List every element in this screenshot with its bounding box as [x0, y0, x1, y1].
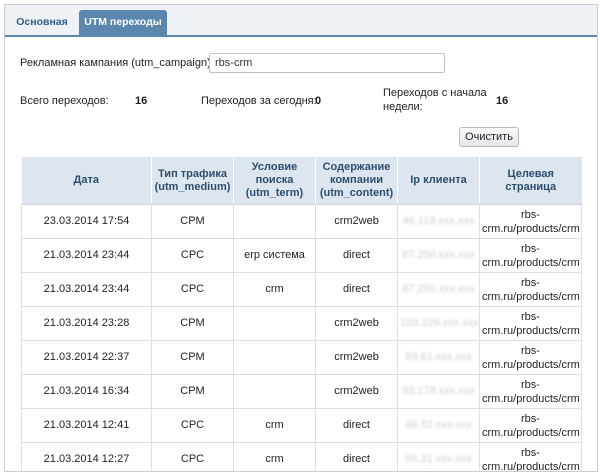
column-header-medium: Тип трафика (utm_medium)	[151, 157, 234, 205]
cell-target-page[interactable]: rbs-crm.ru/products/crm	[479, 340, 582, 375]
tab-utm-transitions[interactable]: UTM переходы	[79, 10, 167, 36]
cell-medium: CPM	[151, 374, 234, 409]
column-header-term: Условие поиска (utm_term)	[233, 157, 316, 205]
target-page-line1: rbs-	[521, 276, 540, 289]
cell-content: crm2web	[315, 340, 398, 375]
cell-content: direct	[315, 442, 398, 471]
table-row: 21.03.2014 22:37 CPM crm2web 93.81.xxx.xxx r…	[21, 340, 582, 375]
table-row: 21.03.2014 23:44 CPC erp система direct 87.2…	[21, 238, 582, 273]
week-transitions-label: Переходов с начала недели:	[383, 86, 487, 114]
cell-medium: CPC	[151, 408, 234, 443]
cell-client-ip: 46.52.xxx.xxx	[397, 408, 480, 443]
cell-term	[233, 374, 316, 409]
cell-date: 21.03.2014 16:34	[21, 374, 152, 409]
target-page-line2: crm.ru/products/crm	[482, 460, 580, 472]
cell-term: erp система	[233, 238, 316, 273]
cell-date: 21.03.2014 22:37	[21, 340, 152, 375]
target-page-line2: crm.ru/products/crm	[482, 222, 580, 235]
target-page-line2: crm.ru/products/crm	[482, 324, 580, 337]
cell-date: 21.03.2014 23:44	[21, 272, 152, 307]
column-header-client-ip: Ip клиента	[397, 157, 480, 205]
cell-client-ip: 95.31.xxx.xxx	[397, 442, 480, 471]
table-row: 21.03.2014 16:34 CPM crm2web 93.178.xxx.xxx…	[21, 374, 582, 409]
table-header-row: Дата Тип трафика (utm_medium) Условие пои…	[21, 157, 582, 205]
total-transitions-label: Всего переходов:	[20, 95, 109, 107]
cell-content: direct	[315, 272, 398, 307]
cell-client-ip: 87.250.xxx.xxx	[397, 238, 480, 273]
target-page-line1: rbs-	[521, 208, 540, 221]
cell-content: crm2web	[315, 374, 398, 409]
cell-medium: CPC	[151, 272, 234, 307]
campaign-input[interactable]	[209, 53, 445, 73]
cell-date: 21.03.2014 12:27	[21, 442, 152, 471]
cell-term: crm	[233, 272, 316, 307]
cell-term	[233, 306, 316, 341]
cell-content: crm2web	[315, 306, 398, 341]
today-transitions-value: 0	[315, 95, 322, 107]
target-page-line1: rbs-	[521, 310, 540, 323]
utm-transitions-table: Дата Тип трафика (utm_medium) Условие пои…	[21, 157, 582, 472]
cell-content: crm2web	[315, 204, 398, 239]
target-page-line2: crm.ru/products/crm	[482, 290, 580, 303]
cell-medium: CPC	[151, 238, 234, 273]
cell-target-page[interactable]: rbs-crm.ru/products/crm	[479, 238, 582, 273]
cell-term	[233, 340, 316, 375]
cell-term	[233, 204, 316, 239]
column-header-content: Содержание компании (utm_content)	[315, 157, 398, 205]
week-label-line1: Переходов с начала	[383, 87, 487, 99]
table-row: 21.03.2014 12:27 CPC crm direct 95.31.xxx.xx…	[21, 442, 582, 472]
cell-target-page[interactable]: rbs-crm.ru/products/crm	[479, 408, 582, 443]
today-transitions-label: Переходов за сегодня:	[201, 95, 317, 107]
table-row: 21.03.2014 23:44 CPC crm direct 87.250.xxx.x…	[21, 272, 582, 307]
cell-date: 21.03.2014 12:41	[21, 408, 152, 443]
column-header-date: Дата	[21, 157, 152, 205]
tab-bar: Основная UTM переходы	[5, 5, 597, 36]
clear-button[interactable]: Очистить	[459, 127, 519, 147]
utm-report-panel: Основная UTM переходы Рекламная кампания…	[4, 4, 598, 472]
target-page-line1: rbs-	[521, 242, 540, 255]
cell-client-ip: 46.118.xxx.xxx	[397, 204, 480, 239]
total-transitions-value: 16	[135, 95, 148, 107]
table-row: 23.03.2014 17:54 CPM crm2web 46.118.xxx.xxx…	[21, 204, 582, 239]
target-page-line1: rbs-	[521, 412, 540, 425]
target-page-line2: crm.ru/products/crm	[482, 426, 580, 439]
target-page-line2: crm.ru/products/crm	[482, 256, 580, 269]
cell-term: crm	[233, 442, 316, 471]
column-header-target-page: Целевая страница	[479, 157, 582, 205]
target-page-line1: rbs-	[521, 344, 540, 357]
cell-medium: CPM	[151, 340, 234, 375]
cell-client-ip: 109.229.xxx.xxx	[397, 306, 480, 341]
cell-content: direct	[315, 408, 398, 443]
cell-target-page[interactable]: rbs-crm.ru/products/crm	[479, 374, 582, 409]
table-row: 21.03.2014 12:41 CPC crm direct 46.52.xxx.xx…	[21, 408, 582, 443]
cell-target-page[interactable]: rbs-crm.ru/products/crm	[479, 272, 582, 307]
tab-main[interactable]: Основная	[13, 10, 71, 36]
cell-target-page[interactable]: rbs-crm.ru/products/crm	[479, 442, 582, 472]
cell-date: 23.03.2014 17:54	[21, 204, 152, 239]
target-page-line1: rbs-	[521, 446, 540, 459]
cell-term: crm	[233, 408, 316, 443]
target-page-line1: rbs-	[521, 378, 540, 391]
target-page-line2: crm.ru/products/crm	[482, 392, 580, 405]
cell-client-ip: 93.81.xxx.xxx	[397, 340, 480, 375]
tab-bar-underline	[5, 35, 597, 37]
cell-medium: CPM	[151, 306, 234, 341]
campaign-label: Рекламная кампания (utm_campaign):	[20, 57, 214, 69]
week-transitions-value: 16	[496, 95, 509, 107]
cell-target-page[interactable]: rbs-crm.ru/products/crm	[479, 306, 582, 341]
cell-content: direct	[315, 238, 398, 273]
cell-target-page[interactable]: rbs-crm.ru/products/crm	[479, 204, 582, 239]
week-label-line2: недели:	[383, 101, 423, 113]
table-row: 21.03.2014 23:28 CPM crm2web 109.229.xxx.xx…	[21, 306, 582, 341]
cell-medium: CPC	[151, 442, 234, 471]
cell-date: 21.03.2014 23:28	[21, 306, 152, 341]
target-page-line2: crm.ru/products/crm	[482, 358, 580, 371]
cell-client-ip: 93.178.xxx.xxx	[397, 374, 480, 409]
cell-medium: CPM	[151, 204, 234, 239]
cell-client-ip: 87.250.xxx.xxx	[397, 272, 480, 307]
cell-date: 21.03.2014 23:44	[21, 238, 152, 273]
